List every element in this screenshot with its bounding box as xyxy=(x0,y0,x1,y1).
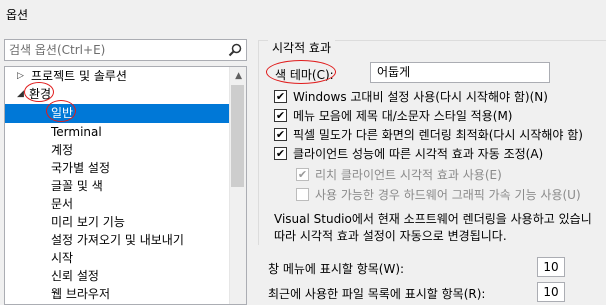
search-box[interactable] xyxy=(4,39,247,61)
search-icon[interactable] xyxy=(228,43,242,57)
tree-item-terminal[interactable]: Terminal xyxy=(5,123,231,142)
annotation-circle-general xyxy=(46,100,76,122)
option-label: 클라이언트 성능에 따른 시각적 효과 자동 조정(A) xyxy=(293,147,544,161)
tree-item-label: 시작 xyxy=(51,251,74,265)
tree-item-documents[interactable]: 문서 xyxy=(5,195,231,214)
tree-item-label: 문서 xyxy=(51,197,74,211)
checkbox[interactable]: ✔ xyxy=(274,128,287,141)
tree-item-label: 미리 보기 기능 xyxy=(51,215,125,229)
checkbox[interactable]: ✔ xyxy=(296,168,309,181)
software-rendering-info-line2: 따라 시각적 효과 설정이 자동으로 변경됩니다. xyxy=(274,229,507,243)
tree-item-label: 신뢰 설정 xyxy=(51,269,99,283)
checkbox[interactable]: ✔ xyxy=(274,109,287,122)
tree-item-web-browser[interactable]: 웹 브라우저 xyxy=(5,285,231,304)
checkbox[interactable]: ✔ xyxy=(274,90,287,103)
option-label: 리치 클라이언트 시각적 효과 사용(E) xyxy=(315,168,502,182)
option-label: 픽셀 밀도가 다른 화면의 렌더링 최적화(다시 시작해야 함) xyxy=(293,128,583,142)
window-menu-items-label: 창 메뉴에 표시할 항목(W): xyxy=(268,262,405,276)
recent-files-label: 최근에 사용한 파일 목록에 표시할 항목(R): xyxy=(268,287,486,301)
checkbox[interactable] xyxy=(296,188,309,201)
annotation-circle-color-theme xyxy=(266,60,336,84)
checkbox[interactable]: ✔ xyxy=(274,147,287,160)
tree-item-account[interactable]: 계정 xyxy=(5,141,231,160)
tree-item-import-export[interactable]: 설정 가져오기 및 내보내기 xyxy=(5,231,231,250)
search-input[interactable] xyxy=(5,40,215,60)
tree-item-fonts-colors[interactable]: 글꼴 및 색 xyxy=(5,177,231,196)
scroll-up-arrow-icon[interactable]: ▲ xyxy=(235,71,242,81)
software-rendering-info-line1: Visual Studio에서 현재 소프트웨어 렌더링을 사용하고 있습니 xyxy=(274,212,592,226)
tree-item-general[interactable]: 일반 xyxy=(5,104,231,123)
window-menu-items-input[interactable]: 10 xyxy=(537,257,565,277)
tree-item-label: 설정 가져오기 및 내보내기 xyxy=(51,233,184,247)
annotation-circle-environment xyxy=(24,82,54,102)
expand-arrow-icon[interactable]: ▷ xyxy=(17,67,24,86)
tree-item-label: 계정 xyxy=(51,143,74,157)
tree-item-label: 글꼴 및 색 xyxy=(51,179,103,193)
color-theme-dropdown[interactable]: 어둡게 xyxy=(370,62,550,83)
visual-effects-title: 시각적 효과 xyxy=(268,39,336,56)
tree-item-international[interactable]: 국가별 설정 xyxy=(5,159,231,178)
tree-item-label: Terminal xyxy=(51,125,102,139)
tree-item-label: 웹 브라우저 xyxy=(51,287,111,301)
recent-files-input[interactable]: 10 xyxy=(537,282,565,302)
window-title: 옵션 xyxy=(6,8,29,22)
option-label: Windows 고대비 설정 사용(다시 시작해야 함)(N) xyxy=(293,90,548,104)
option-label: 메뉴 모음에 제목 대/소문자 스타일 적용(M) xyxy=(293,109,513,123)
collapse-arrow-icon[interactable]: ◢ xyxy=(17,85,24,104)
tree-item-trust-settings[interactable]: 신뢰 설정 xyxy=(5,267,231,286)
color-theme-value: 어둡게 xyxy=(377,65,411,79)
option-label: 사용 가능한 경우 하드웨어 그래픽 가속 기능 사용(U) xyxy=(315,188,581,202)
tree-item-startup[interactable]: 시작 xyxy=(5,249,231,268)
scrollbar-thumb[interactable] xyxy=(231,85,244,187)
tree-item-label: 국가별 설정 xyxy=(51,161,111,175)
tree-scrollbar[interactable]: ▲ xyxy=(229,67,246,304)
tree-item-preview-features[interactable]: 미리 보기 기능 xyxy=(5,213,231,232)
